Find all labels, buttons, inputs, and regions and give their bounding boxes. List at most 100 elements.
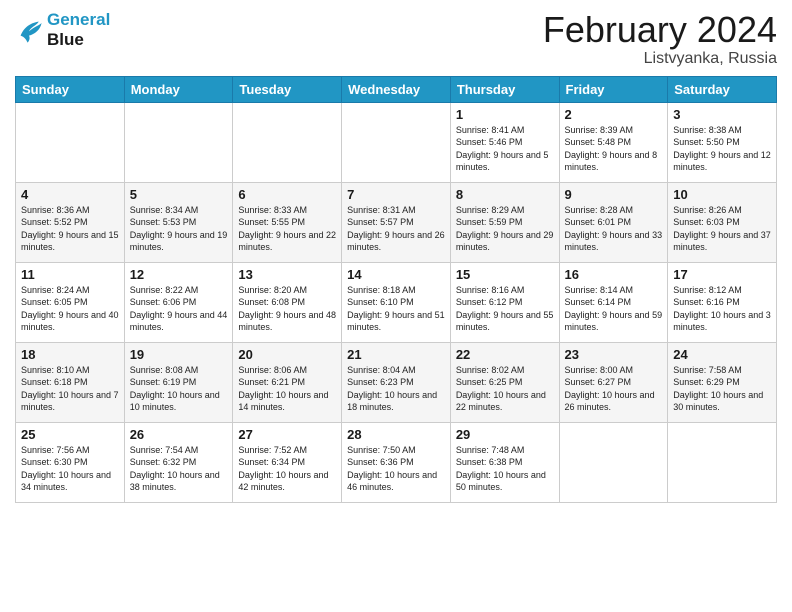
week-row-4: 25Sunrise: 7:56 AM Sunset: 6:30 PM Dayli… xyxy=(16,422,777,502)
col-tuesday: Tuesday xyxy=(233,76,342,102)
day-number-10: 10 xyxy=(673,187,771,202)
calendar-cell-w4-d3: 28 Sunrise: 7:50 AM Sunset: 6:36 PM Dayli… xyxy=(342,422,451,502)
day-number-6: 6 xyxy=(238,187,336,202)
calendar-cell-w0-d5: 2 Sunrise: 8:39 AM Sunset: 5:48 PM Daylig… xyxy=(559,102,668,182)
day-info-24: Sunrise: 7:58 AM Sunset: 6:29 PM Dayligh… xyxy=(673,364,771,414)
day-number-22: 22 xyxy=(456,347,554,362)
day-info-20: Sunrise: 8:06 AM Sunset: 6:21 PM Dayligh… xyxy=(238,364,336,414)
day-info-6: Sunrise: 8:33 AM Sunset: 5:55 PM Dayligh… xyxy=(238,204,336,254)
week-row-2: 11 Sunrise: 8:24 AM Sunset: 6:05 PM Dayli… xyxy=(16,262,777,342)
col-friday: Friday xyxy=(559,76,668,102)
day-number-23: 23 xyxy=(565,347,663,362)
day-number-11: 11 xyxy=(21,267,119,282)
day-number-12: 12 xyxy=(130,267,228,282)
day-number-20: 20 xyxy=(238,347,336,362)
day-info-11: Sunrise: 8:24 AM Sunset: 6:05 PM Dayligh… xyxy=(21,284,119,334)
calendar-cell-w3-d6: 24 Sunrise: 7:58 AM Sunset: 6:29 PM Dayli… xyxy=(668,342,777,422)
day-number-26: 26 xyxy=(130,427,228,442)
day-number-15: 15 xyxy=(456,267,554,282)
day-info-3: Sunrise: 8:38 AM Sunset: 5:50 PM Dayligh… xyxy=(673,124,771,174)
day-number-13: 13 xyxy=(238,267,336,282)
calendar-cell-w1-d6: 10 Sunrise: 8:26 AM Sunset: 6:03 PM Dayli… xyxy=(668,182,777,262)
day-number-17: 17 xyxy=(673,267,771,282)
calendar-cell-w4-d1: 26Sunrise: 7:54 AM Sunset: 6:32 PM Dayli… xyxy=(124,422,233,502)
logo-bird-icon xyxy=(15,16,43,44)
calendar-cell-w4-d6 xyxy=(668,422,777,502)
day-number-2: 2 xyxy=(565,107,663,122)
calendar-header-row: Sunday Monday Tuesday Wednesday Thursday… xyxy=(16,76,777,102)
day-number-1: 1 xyxy=(456,107,554,122)
calendar-cell-w3-d5: 23 Sunrise: 8:00 AM Sunset: 6:27 PM Dayli… xyxy=(559,342,668,422)
day-info-8: Sunrise: 8:29 AM Sunset: 5:59 PM Dayligh… xyxy=(456,204,554,254)
day-info-5: Sunrise: 8:34 AM Sunset: 5:53 PM Dayligh… xyxy=(130,204,228,254)
day-info-2: Sunrise: 8:39 AM Sunset: 5:48 PM Dayligh… xyxy=(565,124,663,174)
calendar-cell-w4-d4: 29 Sunrise: 7:48 AM Sunset: 6:38 PM Dayli… xyxy=(450,422,559,502)
calendar-cell-w0-d6: 3Sunrise: 8:38 AM Sunset: 5:50 PM Daylig… xyxy=(668,102,777,182)
day-info-17: Sunrise: 8:12 AM Sunset: 6:16 PM Dayligh… xyxy=(673,284,771,334)
day-info-27: Sunrise: 7:52 AM Sunset: 6:34 PM Dayligh… xyxy=(238,444,336,494)
week-row-3: 18Sunrise: 8:10 AM Sunset: 6:18 PM Dayli… xyxy=(16,342,777,422)
day-info-21: Sunrise: 8:04 AM Sunset: 6:23 PM Dayligh… xyxy=(347,364,445,414)
calendar-cell-w0-d2 xyxy=(233,102,342,182)
day-number-4: 4 xyxy=(21,187,119,202)
day-number-21: 21 xyxy=(347,347,445,362)
calendar-cell-w3-d3: 21 Sunrise: 8:04 AM Sunset: 6:23 PM Dayli… xyxy=(342,342,451,422)
calendar-cell-w0-d0 xyxy=(16,102,125,182)
day-info-22: Sunrise: 8:02 AM Sunset: 6:25 PM Dayligh… xyxy=(456,364,554,414)
day-info-15: Sunrise: 8:16 AM Sunset: 6:12 PM Dayligh… xyxy=(456,284,554,334)
calendar-cell-w1-d1: 5Sunrise: 8:34 AM Sunset: 5:53 PM Daylig… xyxy=(124,182,233,262)
day-number-8: 8 xyxy=(456,187,554,202)
calendar-cell-w3-d1: 19Sunrise: 8:08 AM Sunset: 6:19 PM Dayli… xyxy=(124,342,233,422)
day-info-14: Sunrise: 8:18 AM Sunset: 6:10 PM Dayligh… xyxy=(347,284,445,334)
day-number-14: 14 xyxy=(347,267,445,282)
day-number-24: 24 xyxy=(673,347,771,362)
day-number-28: 28 xyxy=(347,427,445,442)
logo-general: General xyxy=(47,10,110,29)
calendar-cell-w2-d2: 13Sunrise: 8:20 AM Sunset: 6:08 PM Dayli… xyxy=(233,262,342,342)
day-info-7: Sunrise: 8:31 AM Sunset: 5:57 PM Dayligh… xyxy=(347,204,445,254)
calendar-cell-w2-d0: 11 Sunrise: 8:24 AM Sunset: 6:05 PM Dayli… xyxy=(16,262,125,342)
logo: General Blue xyxy=(15,10,110,49)
calendar-cell-w4-d2: 27 Sunrise: 7:52 AM Sunset: 6:34 PM Dayli… xyxy=(233,422,342,502)
day-number-25: 25 xyxy=(21,427,119,442)
calendar-cell-w3-d2: 20 Sunrise: 8:06 AM Sunset: 6:21 PM Dayli… xyxy=(233,342,342,422)
calendar-cell-w4-d5 xyxy=(559,422,668,502)
col-wednesday: Wednesday xyxy=(342,76,451,102)
calendar-cell-w1-d3: 7 Sunrise: 8:31 AM Sunset: 5:57 PM Daylig… xyxy=(342,182,451,262)
calendar-cell-w1-d2: 6 Sunrise: 8:33 AM Sunset: 5:55 PM Daylig… xyxy=(233,182,342,262)
logo-blue: Blue xyxy=(47,30,110,50)
calendar-cell-w0-d4: 1 Sunrise: 8:41 AM Sunset: 5:46 PM Daylig… xyxy=(450,102,559,182)
week-row-1: 4Sunrise: 8:36 AM Sunset: 5:52 PM Daylig… xyxy=(16,182,777,262)
day-number-9: 9 xyxy=(565,187,663,202)
day-number-27: 27 xyxy=(238,427,336,442)
col-saturday: Saturday xyxy=(668,76,777,102)
day-info-28: Sunrise: 7:50 AM Sunset: 6:36 PM Dayligh… xyxy=(347,444,445,494)
col-thursday: Thursday xyxy=(450,76,559,102)
calendar-cell-w2-d3: 14 Sunrise: 8:18 AM Sunset: 6:10 PM Dayli… xyxy=(342,262,451,342)
day-info-10: Sunrise: 8:26 AM Sunset: 6:03 PM Dayligh… xyxy=(673,204,771,254)
day-info-12: Sunrise: 8:22 AM Sunset: 6:06 PM Dayligh… xyxy=(130,284,228,334)
day-info-9: Sunrise: 8:28 AM Sunset: 6:01 PM Dayligh… xyxy=(565,204,663,254)
day-info-29: Sunrise: 7:48 AM Sunset: 6:38 PM Dayligh… xyxy=(456,444,554,494)
day-number-7: 7 xyxy=(347,187,445,202)
week-row-0: 1 Sunrise: 8:41 AM Sunset: 5:46 PM Daylig… xyxy=(16,102,777,182)
day-number-16: 16 xyxy=(565,267,663,282)
calendar-cell-w2-d6: 17 Sunrise: 8:12 AM Sunset: 6:16 PM Dayli… xyxy=(668,262,777,342)
location-subtitle: Listvyanka, Russia xyxy=(543,50,777,68)
calendar-cell-w2-d5: 16 Sunrise: 8:14 AM Sunset: 6:14 PM Dayli… xyxy=(559,262,668,342)
calendar-cell-w2-d4: 15 Sunrise: 8:16 AM Sunset: 6:12 PM Dayli… xyxy=(450,262,559,342)
day-info-16: Sunrise: 8:14 AM Sunset: 6:14 PM Dayligh… xyxy=(565,284,663,334)
day-info-23: Sunrise: 8:00 AM Sunset: 6:27 PM Dayligh… xyxy=(565,364,663,414)
calendar-cell-w3-d4: 22 Sunrise: 8:02 AM Sunset: 6:25 PM Dayli… xyxy=(450,342,559,422)
title-block: February 2024 Listvyanka, Russia xyxy=(543,10,777,68)
calendar-cell-w1-d5: 9 Sunrise: 8:28 AM Sunset: 6:01 PM Daylig… xyxy=(559,182,668,262)
calendar-cell-w1-d4: 8 Sunrise: 8:29 AM Sunset: 5:59 PM Daylig… xyxy=(450,182,559,262)
day-info-1: Sunrise: 8:41 AM Sunset: 5:46 PM Dayligh… xyxy=(456,124,554,174)
day-number-18: 18 xyxy=(21,347,119,362)
col-monday: Monday xyxy=(124,76,233,102)
calendar-cell-w3-d0: 18Sunrise: 8:10 AM Sunset: 6:18 PM Dayli… xyxy=(16,342,125,422)
calendar-cell-w2-d1: 12 Sunrise: 8:22 AM Sunset: 6:06 PM Dayli… xyxy=(124,262,233,342)
month-year-title: February 2024 xyxy=(543,10,777,50)
day-number-29: 29 xyxy=(456,427,554,442)
calendar-cell-w1-d0: 4Sunrise: 8:36 AM Sunset: 5:52 PM Daylig… xyxy=(16,182,125,262)
